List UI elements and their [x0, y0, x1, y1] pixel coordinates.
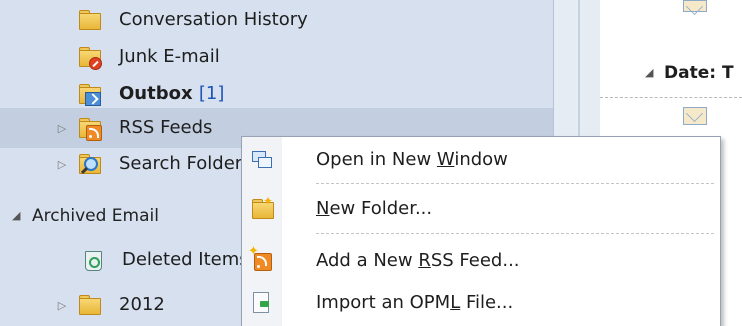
folder-label: RSS Feeds: [119, 117, 213, 138]
import-opml-icon: [251, 292, 273, 314]
folder-label: Search Folders: [119, 153, 252, 174]
rss-feeds-icon: [78, 117, 102, 141]
folder-label: Junk E-mail: [119, 46, 220, 67]
folder-junk-email[interactable]: Junk E-mail: [0, 37, 553, 77]
outlook-window: Conversation History Junk E-mail Outbox …: [0, 0, 742, 326]
outbox-icon: [78, 83, 101, 106]
outbox-label: Outbox: [119, 83, 193, 104]
folder-icon: [78, 294, 101, 316]
folder-icon: [78, 9, 101, 31]
add-rss-feed-icon: ✦: [248, 244, 273, 272]
folder-label: 2012: [119, 294, 165, 315]
menu-item-open-in-new-window[interactable]: Open in New Window: [242, 138, 720, 182]
expand-arrow-icon[interactable]: ▷: [55, 108, 69, 148]
menu-item-label: Add a New RSS Feed...: [316, 250, 520, 271]
folder-label: Deleted Items: [122, 249, 249, 270]
expand-arrow-icon[interactable]: ▷: [55, 285, 69, 325]
junk-email-icon: [78, 46, 102, 70]
menu-item-label: New Folder...: [316, 198, 433, 219]
menu-separator: [316, 183, 714, 184]
open-in-new-window-icon: [251, 149, 273, 171]
search-folders-icon: [78, 153, 101, 175]
collapse-arrow-icon[interactable]: ◢: [645, 66, 653, 79]
menu-separator: [316, 233, 714, 234]
section-label: Archived Email: [32, 206, 159, 226]
menu-item-add-rss-feed[interactable]: ✦ Add a New RSS Feed...: [242, 239, 720, 283]
menu-item-import-opml[interactable]: Import an OPML File...: [242, 281, 720, 325]
menu-item-new-folder[interactable]: ✦ New Folder...: [242, 187, 720, 231]
context-menu: Open in New Window ✦ New Folder... ✦ Add…: [241, 136, 721, 326]
menu-item-label: Open in New Window: [316, 149, 508, 170]
date-group-header[interactable]: Date: T: [664, 63, 734, 83]
new-folder-icon: ✦: [251, 194, 274, 220]
mail-envelope-icon[interactable]: [683, 0, 707, 12]
group-divider: [600, 97, 742, 98]
open-envelope-icon[interactable]: [683, 107, 707, 125]
folder-label: Conversation History: [119, 9, 308, 30]
folder-conversation-history[interactable]: Conversation History: [0, 0, 553, 40]
expand-arrow-icon[interactable]: ▷: [55, 144, 69, 184]
deleted-items-icon: [82, 249, 104, 271]
menu-item-label: Import an OPML File...: [316, 292, 514, 313]
collapse-arrow-icon[interactable]: ◢: [12, 196, 20, 236]
unread-count-badge: [1]: [198, 83, 225, 104]
